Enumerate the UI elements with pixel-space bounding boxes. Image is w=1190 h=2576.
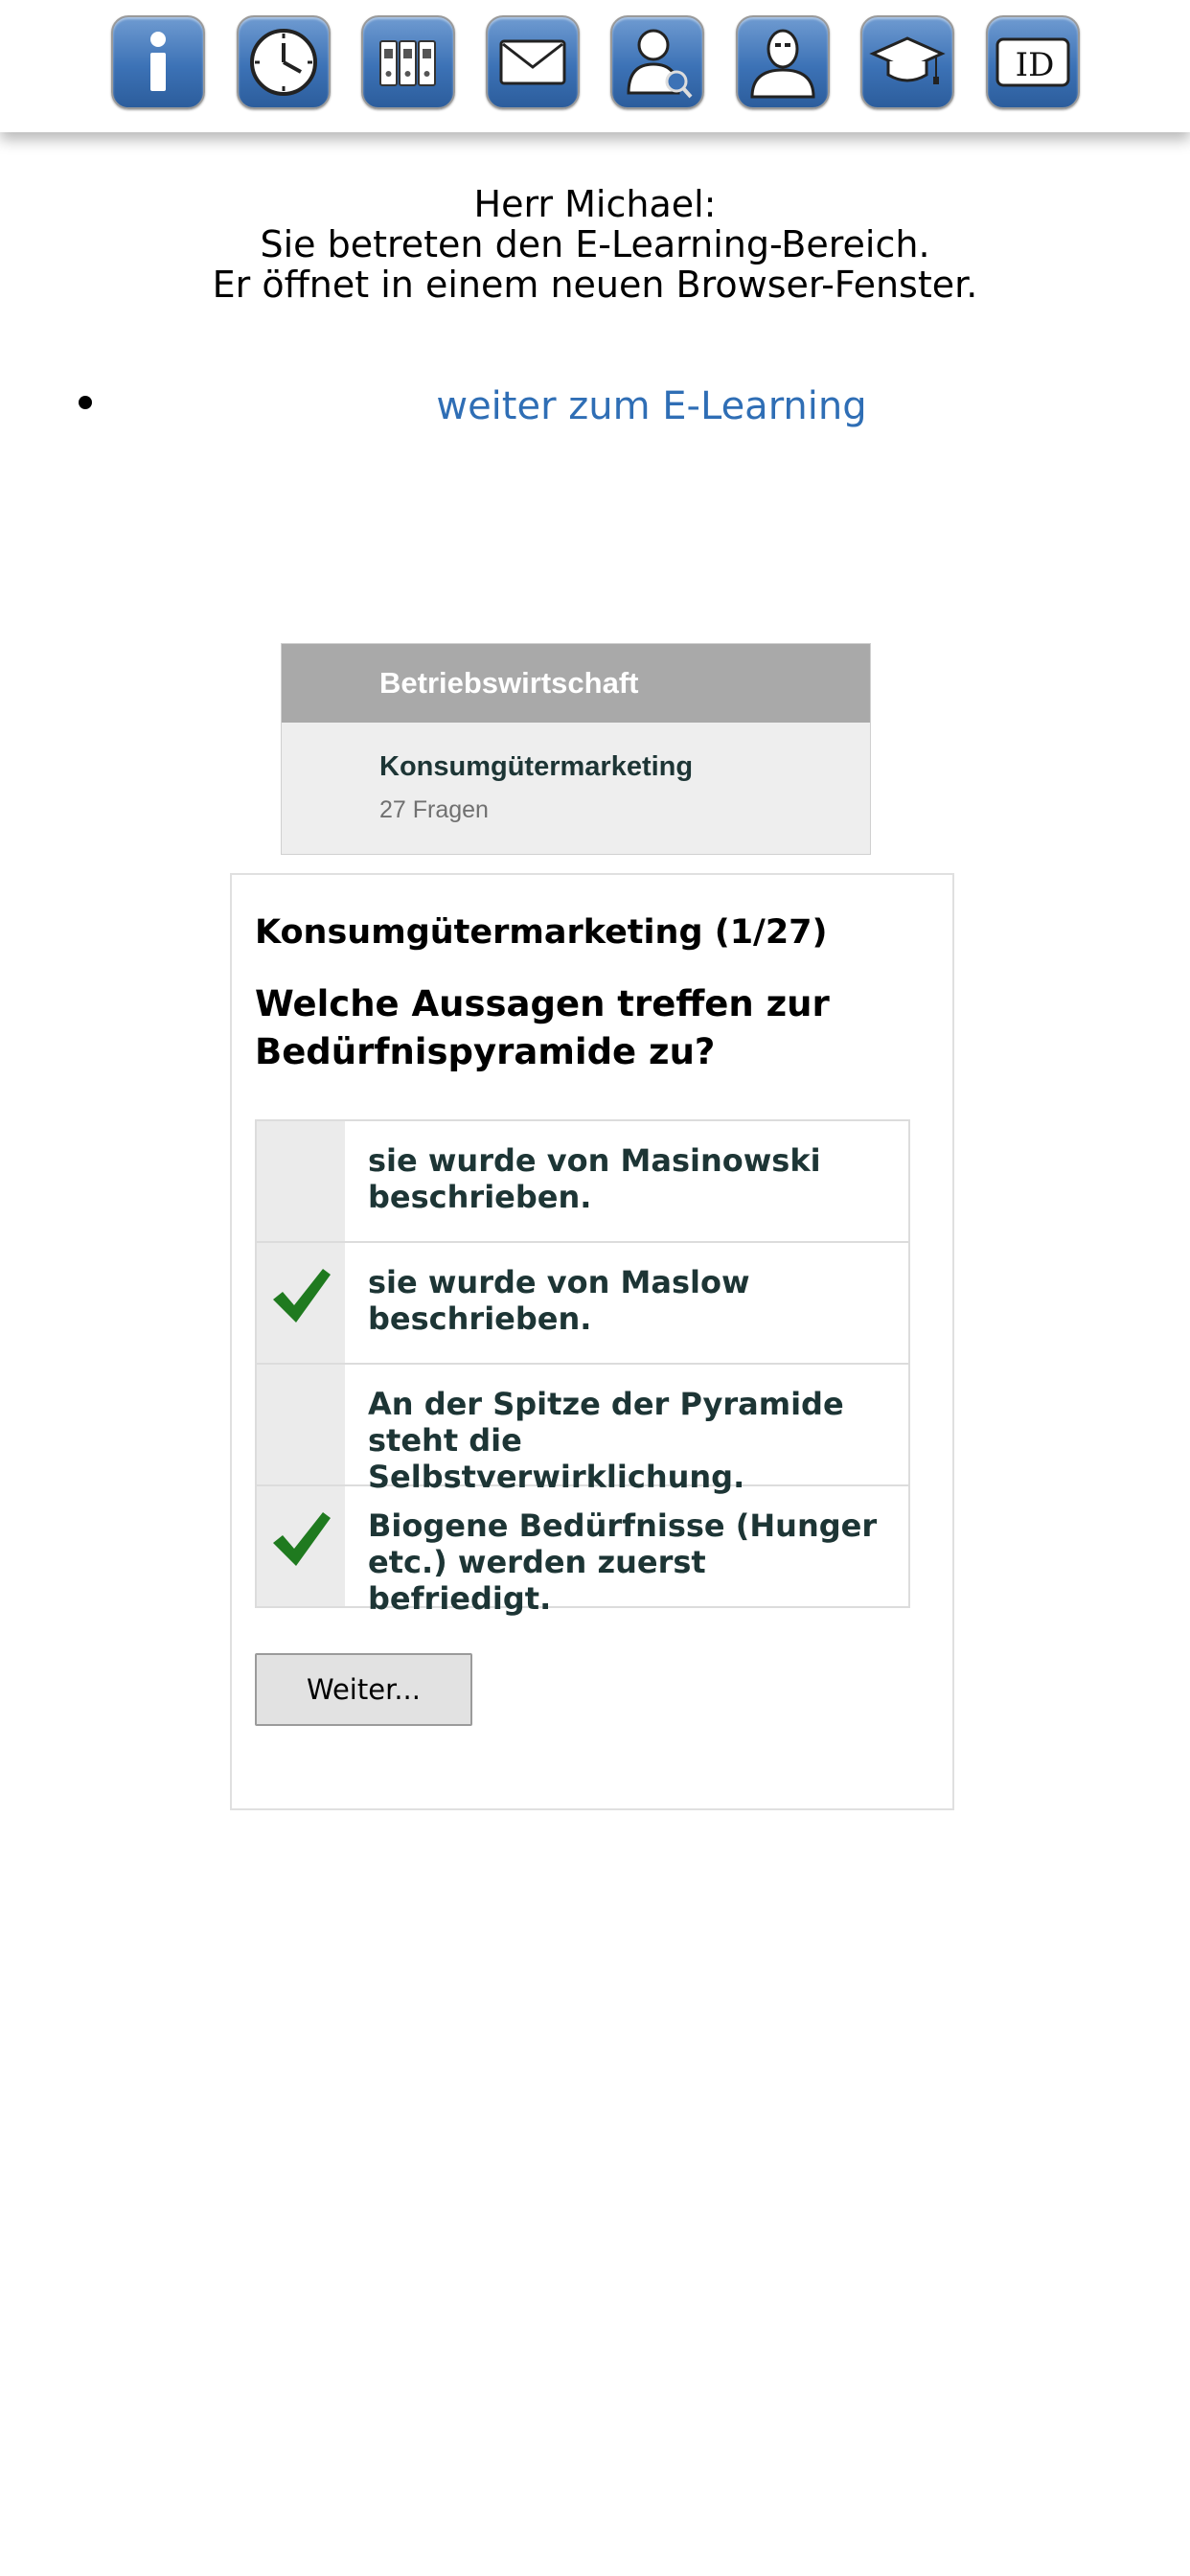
course-title[interactable]: Konsumgütermarketing <box>282 751 870 783</box>
clock-icon <box>250 29 317 96</box>
answer-checkbox[interactable] <box>257 1121 345 1241</box>
greeting-line: Herr Michael: <box>473 183 717 225</box>
category-panel: Betriebswirtschaft Konsumgütermarketing … <box>281 643 871 855</box>
intro-message: Herr Michael: Sie betreten den E-Learnin… <box>0 184 1190 305</box>
answer-text: sie wurde von Masinowski beschrieben. <box>368 1142 821 1215</box>
top-toolbar: ID <box>0 0 1190 132</box>
question-count: 27 Fragen <box>379 796 489 823</box>
quiz-question: Welche Aussagen treffen zur Bedürfnispyr… <box>255 983 830 1072</box>
info-icon <box>150 32 166 91</box>
user-profile-icon <box>750 29 815 99</box>
answer-checkbox[interactable] <box>257 1243 345 1363</box>
profile-button[interactable] <box>736 15 830 109</box>
courses-button[interactable] <box>860 15 954 109</box>
quiz-card: Konsumgütermarketing (1/27) Welche Aussa… <box>230 873 954 1810</box>
info-button[interactable] <box>111 15 205 109</box>
checkmark-icon <box>273 1268 331 1322</box>
quiz-title: Konsumgütermarketing (1/27) <box>255 913 828 952</box>
answer-checkbox[interactable] <box>257 1486 345 1606</box>
user-search-button[interactable] <box>610 15 704 109</box>
answer-option[interactable]: sie wurde von Maslow beschrieben. <box>257 1243 908 1365</box>
answer-option[interactable]: Biogene Bedürfnisse (Hunger etc.) werden… <box>257 1486 908 1617</box>
mail-button[interactable] <box>486 15 580 109</box>
answer-option[interactable]: sie wurde von Masinowski beschrieben. <box>257 1121 908 1243</box>
graduation-cap-icon <box>869 36 946 84</box>
intro-line-2: Sie betreten den E-Learning-Bereich. <box>260 223 930 265</box>
elearning-link[interactable]: weiter zum E-Learning <box>0 383 1190 429</box>
binders-icon <box>379 40 436 86</box>
answer-text: sie wurde von Maslow beschrieben. <box>368 1264 750 1337</box>
user-search-icon <box>627 29 693 99</box>
binders-button[interactable] <box>361 15 455 109</box>
intro-line-3: Er öffnet in einem neuen Browser-Fenster… <box>212 264 978 306</box>
answer-list: sie wurde von Masinowski beschrieben. si… <box>255 1119 910 1617</box>
answer-text: An der Spitze der Pyramide steht die Sel… <box>368 1386 844 1495</box>
checkmark-icon <box>273 1511 331 1566</box>
category-header: Betriebswirtschaft <box>282 644 870 723</box>
id-card-label: ID <box>1015 46 1055 84</box>
next-button[interactable]: Weiter... <box>255 1653 472 1726</box>
answer-option[interactable]: An der Spitze der Pyramide steht die Sel… <box>257 1365 908 1495</box>
answer-checkbox[interactable] <box>257 1365 345 1484</box>
clock-button[interactable] <box>237 15 331 109</box>
answer-text: Biogene Bedürfnisse (Hunger etc.) werden… <box>368 1507 878 1617</box>
mail-icon <box>499 39 566 85</box>
id-button[interactable]: ID <box>986 15 1080 109</box>
